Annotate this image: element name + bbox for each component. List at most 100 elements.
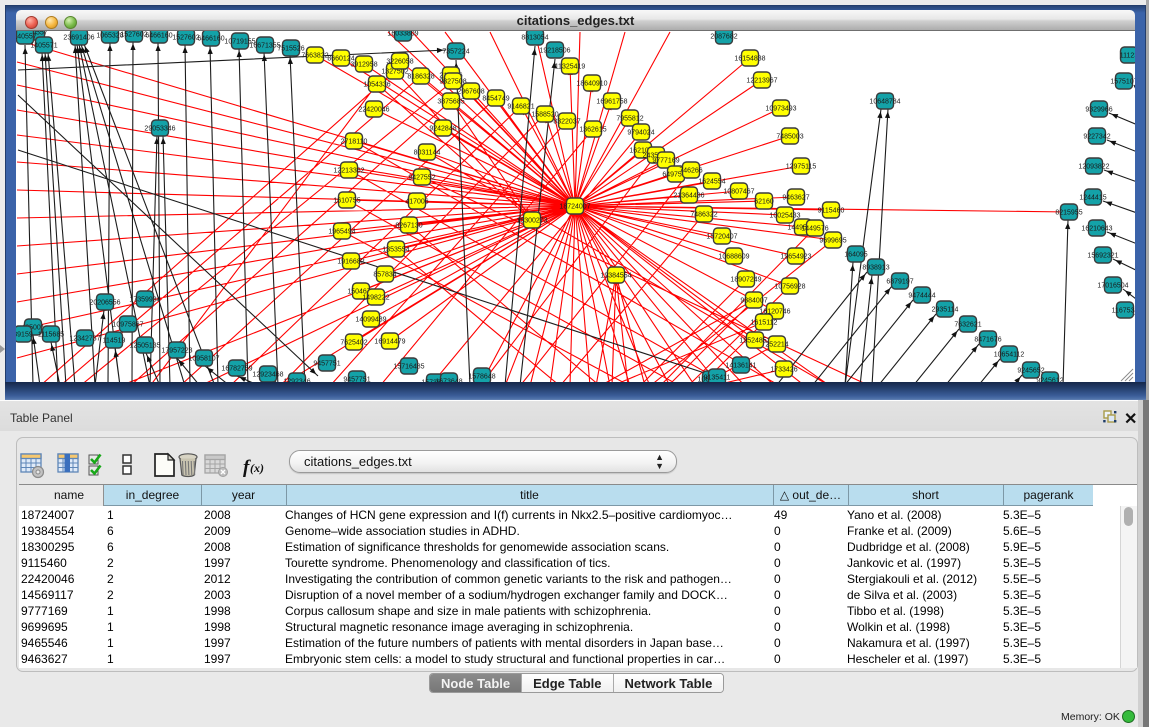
svg-text:17016504: 17016504 (1097, 283, 1128, 290)
svg-text:16210643: 16210643 (1081, 226, 1112, 233)
svg-text:2087682: 2087682 (710, 34, 737, 41)
svg-text:9457751: 9457751 (313, 361, 340, 368)
svg-text:1449576: 1449576 (801, 226, 828, 233)
svg-text:9384007: 9384007 (740, 298, 767, 305)
svg-text:19384554: 19384554 (600, 273, 631, 280)
svg-text:16782759: 16782759 (221, 366, 252, 373)
svg-text:2935114: 2935114 (932, 307, 959, 314)
svg-text:1527602: 1527602 (120, 32, 147, 39)
svg-text:114519: 114519 (103, 338, 126, 345)
svg-text:1624554: 1624554 (698, 179, 725, 186)
svg-text:8454749: 8454749 (482, 96, 509, 103)
svg-text:9245652: 9245652 (1017, 368, 1044, 375)
svg-text:8938913: 8938913 (862, 265, 889, 272)
svg-text:10973493: 10973493 (765, 106, 796, 113)
svg-text:6879197: 6879197 (886, 279, 913, 286)
svg-text:10807467: 10807467 (723, 189, 754, 196)
svg-text:10958107: 10958107 (188, 356, 219, 363)
svg-text:15716485: 15716485 (393, 364, 424, 371)
svg-text:1610755: 1610755 (333, 198, 360, 205)
svg-text:140557: 140557 (16, 34, 37, 41)
svg-text:1292346: 1292346 (283, 379, 310, 383)
svg-text:1353554: 1353554 (382, 247, 409, 254)
svg-text:1578648: 1578648 (468, 374, 495, 381)
svg-text:9329966: 9329966 (1085, 107, 1112, 114)
svg-text:8031144: 8031144 (414, 150, 441, 157)
svg-text:18640910: 18640910 (576, 81, 607, 88)
svg-text:9463627: 9463627 (782, 195, 809, 202)
svg-text:9427552: 9427552 (408, 175, 435, 182)
svg-text:16914479: 16914479 (374, 339, 405, 346)
svg-text:19218506: 19218506 (539, 48, 570, 55)
svg-text:857834: 857834 (373, 272, 396, 279)
svg-text:15300273: 15300273 (516, 218, 547, 225)
svg-text:19654923: 19654923 (780, 254, 811, 261)
svg-text:10975867: 10975867 (112, 322, 143, 329)
svg-text:1405571: 1405571 (30, 43, 57, 50)
svg-text:9135411: 9135411 (704, 375, 731, 382)
svg-text:417006: 417006 (405, 199, 428, 206)
svg-text:29053346: 29053346 (144, 126, 175, 133)
svg-text:21364436: 21364436 (673, 193, 704, 200)
svg-text:7632621: 7632621 (954, 322, 981, 329)
svg-text:7625402: 7625402 (340, 340, 367, 347)
svg-text:2718110: 2718110 (341, 139, 368, 146)
svg-text:12975115: 12975115 (786, 164, 817, 171)
svg-text:9794024: 9794024 (627, 130, 654, 137)
svg-text:(x): (x) (250, 461, 264, 475)
svg-text:16033809: 16033809 (387, 31, 418, 38)
svg-text:3912958: 3912958 (350, 62, 377, 69)
svg-text:1916682: 1916682 (337, 259, 364, 266)
svg-text:16154838: 16154838 (734, 56, 765, 63)
svg-text:1115685: 1115685 (38, 332, 64, 339)
svg-text:23691406: 23691406 (63, 35, 94, 42)
svg-text:9115460: 9115460 (818, 208, 845, 215)
svg-text:1498222: 1498222 (362, 295, 389, 302)
svg-text:10648784: 10648784 (869, 99, 900, 106)
svg-text:7485003: 7485003 (776, 134, 803, 141)
svg-text:11123: 11123 (1120, 53, 1135, 60)
svg-text:15720407: 15720407 (706, 234, 737, 241)
svg-text:9146821: 9146821 (507, 104, 534, 111)
svg-text:1588520: 1588520 (531, 112, 558, 119)
svg-text:8186328: 8186328 (407, 74, 434, 81)
svg-text:6466160: 6466160 (145, 33, 172, 40)
svg-text:12213967: 12213967 (746, 78, 777, 85)
svg-text:1575107: 1575107 (1110, 79, 1135, 86)
svg-text:1362615: 1362615 (579, 127, 606, 134)
svg-text:12342737: 12342737 (69, 336, 100, 343)
svg-text:17957223: 17957223 (161, 348, 192, 355)
svg-text:8322037: 8322037 (553, 119, 580, 126)
svg-text:6466160: 6466160 (197, 36, 224, 43)
svg-text:17359934: 17359934 (129, 297, 160, 304)
svg-text:8471676: 8471676 (974, 337, 1001, 344)
svg-text:1673648: 1673648 (435, 379, 462, 383)
svg-text:18907249: 18907249 (730, 277, 761, 284)
svg-text:10654112: 10654112 (994, 352, 1025, 359)
svg-text:18724007: 18724007 (559, 204, 590, 211)
svg-text:16671355: 16671355 (249, 43, 280, 50)
svg-text:22420046: 22420046 (358, 107, 389, 114)
svg-text:2967608: 2967608 (457, 89, 484, 96)
svg-text:10025433: 10025433 (769, 213, 800, 220)
svg-text:3875685: 3875685 (437, 99, 464, 106)
svg-text:10688609: 10688609 (718, 254, 749, 261)
svg-text:8813054: 8813054 (521, 35, 548, 42)
svg-text:7663822: 7663822 (301, 53, 328, 60)
svg-text:9474444: 9474444 (908, 293, 935, 300)
svg-text:12505135: 12505135 (129, 343, 160, 350)
svg-text:1615112: 1615112 (751, 320, 778, 327)
svg-text:10756928: 10756928 (774, 284, 805, 291)
svg-text:1965494: 1965494 (328, 229, 355, 236)
svg-text:1167534: 1167534 (1112, 308, 1135, 315)
svg-text:9242848: 9242848 (429, 126, 456, 133)
svg-text:9227342: 9227342 (1083, 134, 1110, 141)
svg-text:39159: 39159 (16, 332, 33, 339)
svg-text:7357224: 7357224 (442, 49, 469, 56)
svg-text:14136141: 14136141 (725, 363, 756, 370)
svg-text:9699695: 9699695 (819, 238, 846, 245)
svg-text:7515526: 7515526 (277, 46, 304, 53)
svg-text:7955812: 7955812 (616, 116, 643, 123)
svg-text:1733426: 1733426 (770, 367, 797, 374)
svg-text:12093822: 12093822 (1078, 164, 1109, 171)
